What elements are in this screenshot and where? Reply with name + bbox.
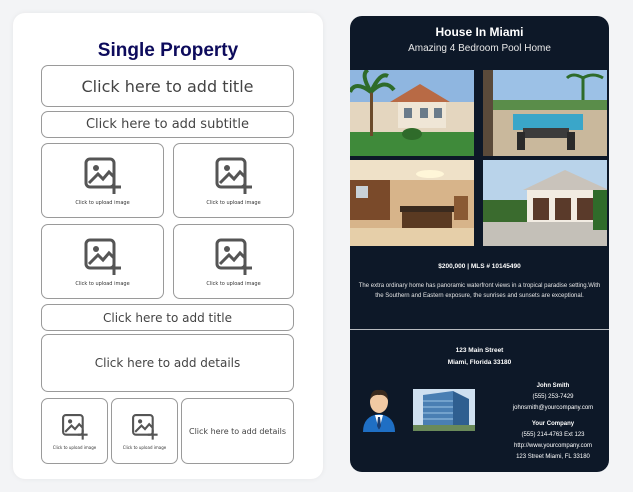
property-description: The extra ordinary home has panoramic wa… <box>358 283 601 299</box>
kitchen-photo <box>350 160 474 246</box>
property-address: 123 Main Street Miami, Florida 33180 <box>350 345 609 369</box>
add-details-slot-2[interactable]: Click here to add details <box>181 398 294 464</box>
agent-email: johnsmith@yourcompany.com <box>512 405 594 411</box>
upload-image-slot-6[interactable]: Click to upload image <box>111 398 178 464</box>
office-building-photo <box>413 389 475 431</box>
upload-image-caption: Click to upload image <box>122 444 167 450</box>
upload-image-slot-3[interactable]: Click to upload image <box>41 224 164 299</box>
upload-image-caption: Click to upload image <box>206 280 261 287</box>
upload-image-slot-4[interactable]: Click to upload image <box>173 224 294 299</box>
flyer-divider <box>350 329 609 330</box>
upload-image-caption: Click to upload image <box>52 444 97 450</box>
add-subtitle-slot[interactable]: Click here to add subtitle <box>41 111 294 138</box>
garage-photo <box>483 160 607 246</box>
flyer-subtitle: Amazing 4 Bedroom Pool Home <box>408 43 551 54</box>
upload-image-caption: Click to upload image <box>75 199 130 206</box>
flyer-title: House In Miami <box>435 25 524 39</box>
image-upload-icon <box>215 238 252 275</box>
address-line-2: Miami, Florida 33180 <box>447 359 512 366</box>
contact-info: John Smith (555) 253-7429 johnsmith@your… <box>498 381 608 463</box>
company-phone: (555) 214-4763 Ext 123 <box>521 432 585 438</box>
editor-heading: Single Property <box>97 40 239 61</box>
upload-image-caption: Click to upload image <box>206 199 261 206</box>
add-title-slot[interactable]: Click here to add title <box>41 65 294 107</box>
company-url: http://www.yourcompany.com <box>514 443 592 449</box>
price-mls-line: $200,000 | MLS # 10145490 <box>438 263 521 270</box>
pool-patio-photo <box>483 70 607 156</box>
add-title-slot-2[interactable]: Click here to add title <box>41 304 294 331</box>
upload-image-slot-1[interactable]: Click to upload image <box>41 143 164 218</box>
upload-image-slot-5[interactable]: Click to upload image <box>41 398 108 464</box>
image-upload-icon <box>84 157 121 194</box>
upload-image-slot-2[interactable]: Click to upload image <box>173 143 294 218</box>
image-upload-icon <box>84 238 121 275</box>
agent-avatar-icon <box>361 386 397 432</box>
image-upload-icon <box>131 413 158 440</box>
agent-name: John Smith <box>536 383 570 389</box>
company-address: 123 Street Miami, FL 33180 <box>516 454 590 460</box>
image-upload-icon <box>215 157 252 194</box>
flyer-preview: House In Miami Amazing 4 Bedroom Pool Ho… <box>350 16 609 472</box>
add-details-slot[interactable]: Click here to add details <box>41 334 294 392</box>
agent-phone: (555) 253-7429 <box>532 394 574 400</box>
company-name: Your Company <box>531 421 575 427</box>
editor-panel: Single Property Click here to add title … <box>13 13 323 479</box>
house-exterior-photo <box>350 70 474 156</box>
upload-image-caption: Click to upload image <box>75 280 130 287</box>
address-line-1: 123 Main Street <box>455 347 504 354</box>
image-upload-icon <box>61 413 88 440</box>
